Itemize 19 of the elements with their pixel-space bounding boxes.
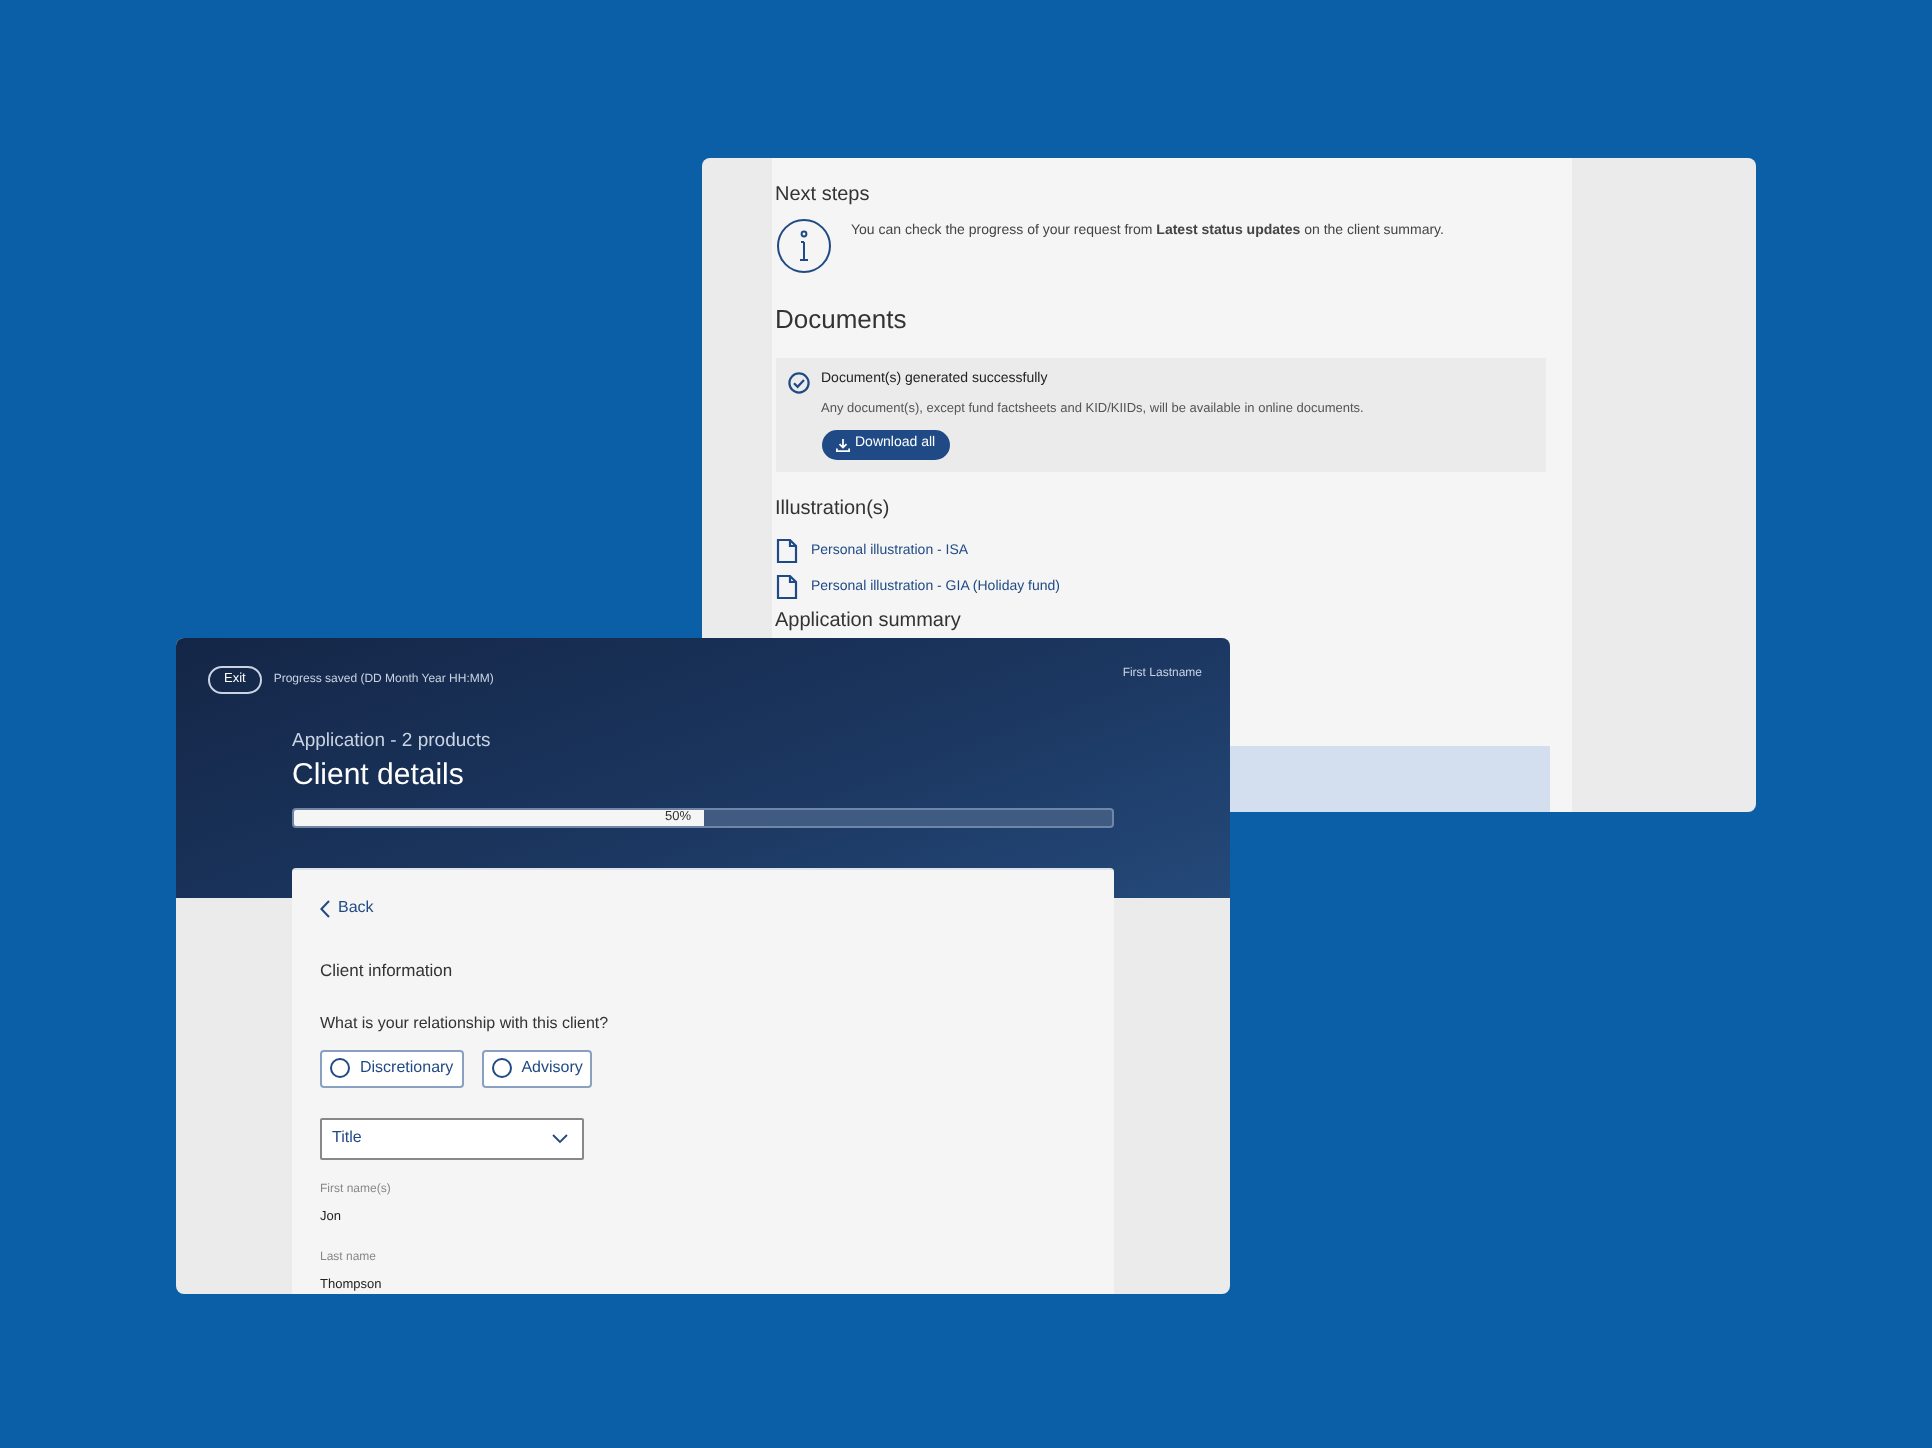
page-title: Client details: [292, 756, 466, 797]
document-icon: [775, 574, 797, 601]
radio-option[interactable]: Advisory: [481, 1049, 593, 1088]
section-heading: Illustration(s): [775, 495, 892, 524]
radio-option[interactable]: Discretionary: [320, 1049, 464, 1088]
question-text: What is your relationship with this client?: [320, 1011, 611, 1036]
section-heading: Documents: [775, 302, 909, 338]
chevron-left-icon: [320, 899, 330, 917]
back-link[interactable]: Back: [320, 896, 374, 920]
section-title: Client information: [320, 958, 455, 984]
section-heading: Application summary: [775, 609, 963, 634]
application-subtitle: Application - 2 products: [292, 728, 493, 756]
document-icon: [775, 538, 797, 565]
title-select[interactable]: Title: [320, 1117, 584, 1160]
chevron-down-icon: [552, 1133, 568, 1144]
check-circle-icon: [787, 371, 809, 393]
section-heading: Next steps: [775, 182, 872, 210]
info-icon: [775, 218, 831, 274]
download-icon: [835, 437, 849, 452]
